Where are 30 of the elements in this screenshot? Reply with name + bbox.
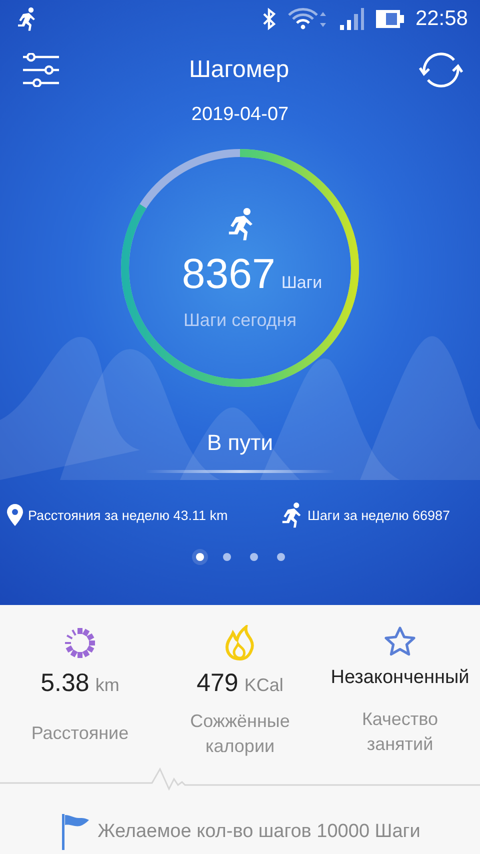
stat-value: 5.38 [40,669,90,698]
stat-unit: KCal [244,675,284,696]
step-unit: Шаги [281,273,322,293]
page-indicator-dot[interactable] [196,553,204,561]
location-pin-icon [6,503,24,527]
stat-value: Незаконченный [330,667,470,689]
page-indicator-dot[interactable] [222,553,230,561]
step-count: 8367 [182,250,276,298]
step-goal: Желаемое кол-во шагов 10000 Шаги [98,821,420,843]
signal-icon [339,7,366,31]
battery-icon [375,8,406,30]
date-label: 2019-04-07 [191,104,289,126]
activity-state: В пути [206,430,274,456]
stat-label: Сожжённые калории [189,710,291,758]
clock-time: 22:58 [415,7,468,31]
stat-unit: km [95,675,120,696]
weekly-summary: Расстояния за неделю 43.11 km [28,508,228,522]
page-indicator-dot[interactable] [250,553,258,561]
settings-icon[interactable] [22,53,60,87]
bluetooth-icon [261,7,278,31]
progress-circle-icon [62,625,98,661]
app-title: Шагомер [188,56,290,84]
steps-caption: Шаги сегодня [183,310,297,331]
sync-icon[interactable] [418,50,464,90]
stat-value: 479 [196,669,238,698]
weekly-summary: Шаги за неделю 66987 [308,508,450,522]
flame-icon [224,625,256,661]
stat-label: Расстояние [30,722,130,745]
page-indicator-dot[interactable] [276,553,284,561]
stat-label: Качество занятий [360,708,440,756]
